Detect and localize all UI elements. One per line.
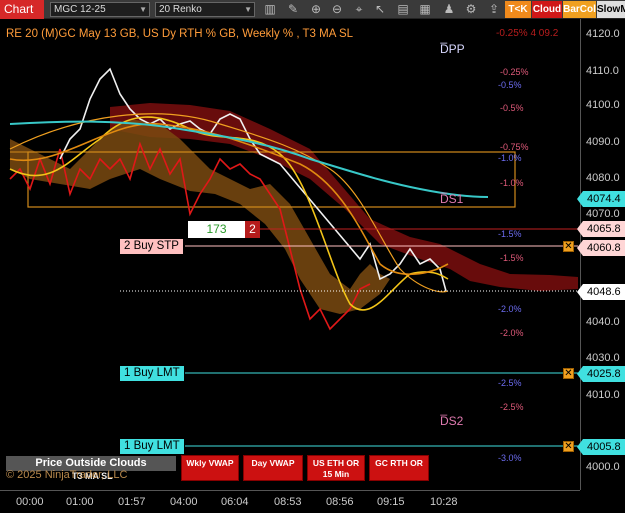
price-tick: 4000.0 bbox=[586, 461, 620, 473]
time-tick: 10:28 bbox=[430, 496, 458, 508]
cancel-order-icon[interactable]: ✕ bbox=[563, 241, 574, 252]
bar-type-value: 20 Renko bbox=[159, 4, 202, 15]
instrument-value: MGC 12-25 bbox=[54, 4, 106, 15]
chart-canvas bbox=[9, 67, 578, 447]
price-tick: 4030.0 bbox=[586, 352, 620, 364]
price-axis[interactable]: 4120.0 4110.0 4100.0 4090.0 4080.0 4070.… bbox=[577, 19, 625, 490]
counter-quantity[interactable]: 2 bbox=[245, 221, 260, 238]
percent-label: -2.5% bbox=[500, 402, 524, 412]
top-right-readout: -0.25% 4 09.2 bbox=[496, 28, 559, 39]
buy-lmt-price-tag-1: 4025.8 bbox=[577, 366, 625, 382]
price-tick: 4070.0 bbox=[586, 208, 620, 220]
price-tick: 4090.0 bbox=[586, 136, 620, 148]
time-tick: 08:53 bbox=[274, 496, 302, 508]
price-tick: 4100.0 bbox=[586, 99, 620, 111]
us-eth-or-button[interactable]: US ETH OR 15 Min bbox=[307, 455, 365, 481]
time-tick: 08:56 bbox=[326, 496, 354, 508]
buy-stp-order-label[interactable]: 2 Buy STP bbox=[120, 239, 183, 254]
properties-icon[interactable]: ▤ bbox=[395, 1, 411, 18]
price-tick: 4110.0 bbox=[586, 65, 619, 77]
price-tick: 4120.0 bbox=[586, 28, 620, 40]
gc-rth-or-button[interactable]: GC RTH OR bbox=[369, 455, 429, 481]
percent-label: -2.5% bbox=[498, 378, 522, 388]
percent-label: -2.0% bbox=[498, 304, 522, 314]
percent-label: -1.0% bbox=[500, 178, 524, 188]
crosshair-icon[interactable]: ⌖ bbox=[351, 1, 367, 18]
counter-value: 173 bbox=[188, 221, 245, 238]
orange-cloud bbox=[10, 119, 390, 314]
buy-lmt-order-label-2[interactable]: 1 Buy LMT bbox=[120, 439, 184, 454]
buy-stp-price-tag: 4060.8 bbox=[577, 240, 625, 256]
strategy-icon[interactable]: ♟ bbox=[441, 1, 457, 18]
buy-lmt-price-tag-2: 4005.8 bbox=[577, 439, 625, 455]
percent-label: -0.5% bbox=[500, 103, 524, 113]
pointer-icon[interactable]: ↖ bbox=[372, 1, 388, 18]
percent-label: -1.5% bbox=[500, 253, 524, 263]
share-icon[interactable]: ⇪ bbox=[486, 1, 502, 18]
indicator-icon[interactable]: ⚙ bbox=[463, 1, 479, 18]
price-tick: 4080.0 bbox=[586, 172, 620, 184]
price-tick: 4010.0 bbox=[586, 389, 620, 401]
price-white-path bbox=[59, 67, 447, 292]
cloud-button[interactable]: Cloud bbox=[532, 1, 562, 18]
copyright-text: © 2025 NinjaTrader, LLC bbox=[6, 469, 128, 481]
ma-price-tag: 4074.4 bbox=[577, 191, 625, 207]
chevron-down-icon: ▼ bbox=[244, 5, 252, 14]
bar-style-icon[interactable]: ▥ bbox=[262, 1, 278, 18]
cancel-order-icon[interactable]: ✕ bbox=[563, 368, 574, 379]
data-box-icon[interactable]: ▦ bbox=[417, 1, 433, 18]
time-tick: 04:00 bbox=[170, 496, 198, 508]
price-tick: 4040.0 bbox=[586, 316, 620, 328]
ds2-label: D̅S2 bbox=[440, 414, 464, 428]
bar-type-selector[interactable]: 20 Renko ▼ bbox=[155, 2, 255, 17]
chart-toolbar: Chart MGC 12-25 ▼ 20 Renko ▼ ▥ ✎ ⊕ ⊖ ⌖ ↖… bbox=[0, 0, 625, 19]
counter-price-tag: 4065.8 bbox=[577, 221, 625, 237]
time-tick: 00:00 bbox=[16, 496, 44, 508]
zoom-in-icon[interactable]: ⊕ bbox=[308, 1, 324, 18]
time-tick: 01:00 bbox=[66, 496, 94, 508]
chart-title: RE 20 (M)GC May 13 GB, US Dy RTH % GB, W… bbox=[6, 28, 354, 40]
barcol-button[interactable]: BarCol bbox=[563, 1, 596, 18]
zoom-out-icon[interactable]: ⊖ bbox=[329, 1, 345, 18]
percent-label: -2.0% bbox=[500, 328, 524, 338]
draw-icon[interactable]: ✎ bbox=[285, 1, 301, 18]
percent-label: -1.5% bbox=[498, 229, 522, 239]
time-tick: 09:15 bbox=[377, 496, 405, 508]
cancel-order-icon[interactable]: ✕ bbox=[563, 441, 574, 452]
tk-button[interactable]: T<K bbox=[505, 1, 531, 18]
last-price-tag: 4048.6 bbox=[577, 284, 625, 300]
buy-lmt-order-label-1[interactable]: 1 Buy LMT bbox=[120, 366, 184, 381]
percent-label: -0.75% bbox=[500, 142, 529, 152]
time-axis[interactable]: 00:00 01:00 01:57 04:00 06:04 08:53 08:5… bbox=[0, 490, 580, 513]
ds1-label: D̅S1 bbox=[440, 192, 464, 206]
chart-panel[interactable]: RE 20 (M)GC May 13 GB, US Dy RTH % GB, W… bbox=[0, 19, 580, 490]
chevron-down-icon: ▼ bbox=[139, 5, 147, 14]
percent-label: -1.0% bbox=[498, 153, 522, 163]
wkly-vwap-button[interactable]: Wkly VWAP bbox=[181, 455, 239, 481]
time-tick: 06:04 bbox=[221, 496, 249, 508]
percent-label: -0.5% bbox=[498, 80, 522, 90]
percent-label: -3.0% bbox=[498, 453, 522, 463]
day-vwap-button[interactable]: Day VWAP bbox=[243, 455, 303, 481]
dpp-label: D̅PP bbox=[440, 42, 465, 56]
instrument-selector[interactable]: MGC 12-25 ▼ bbox=[50, 2, 150, 17]
time-tick: 01:57 bbox=[118, 496, 146, 508]
slow-button[interactable]: SlowM bbox=[597, 1, 625, 18]
percent-label: -0.25% bbox=[500, 67, 529, 77]
chart-tab[interactable]: Chart bbox=[0, 0, 44, 19]
